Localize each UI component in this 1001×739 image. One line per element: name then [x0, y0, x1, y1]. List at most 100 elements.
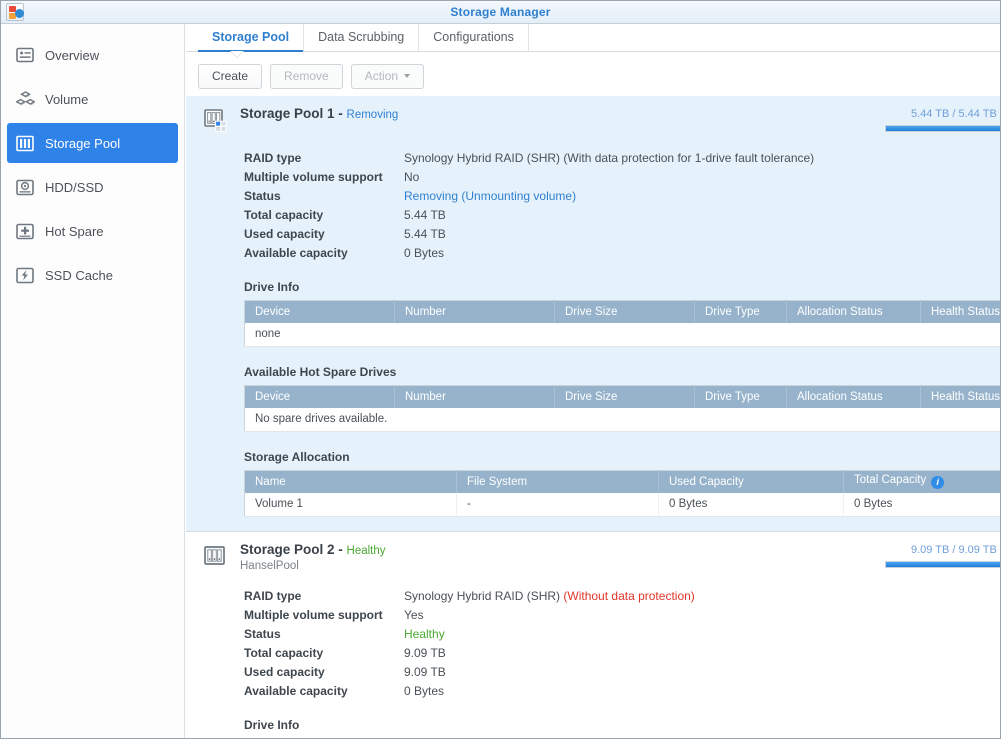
sidebar: Overview Volume Storage Pool HDD/SSD Hot [1, 24, 185, 738]
sidebar-item-storage-pool[interactable]: Storage Pool [7, 123, 178, 163]
pool-subname: HanselPool [240, 560, 299, 572]
window-title: Storage Manager [450, 5, 551, 19]
property-row: Available capacity 0 Bytes [244, 681, 1000, 700]
hot-spare-icon [15, 221, 35, 241]
section-title-drive-info: Drive Info [244, 280, 300, 294]
pool-status-badge: Removing [346, 109, 399, 121]
pool-capacity-bar [885, 561, 1000, 568]
info-icon[interactable]: i [931, 476, 945, 490]
column-header-health-status[interactable]: Health Status [920, 300, 1000, 323]
pool-title: Storage Pool 1 - Removing [240, 106, 399, 121]
pool-status-value[interactable]: Removing [404, 189, 458, 203]
empty-message: No spare drives available. [244, 407, 1000, 432]
storage-pool-panel[interactable]: Storage Pool 1 - Removing 5.44 TB / 5.44… [186, 96, 1000, 531]
property-value: 0 Bytes [404, 683, 445, 698]
property-row: Multiple volume support Yes [244, 605, 1000, 624]
tab-storage-pool[interactable]: Storage Pool [198, 24, 305, 52]
property-value: 5.44 TB [404, 207, 446, 222]
allocation-used-capacity: 0 Bytes [658, 492, 844, 517]
tab-bar: Storage Pool Data Scrubbing Configuratio… [186, 24, 1000, 58]
property-row: Used capacity 9.09 TB [244, 662, 1000, 681]
column-header-drive-type[interactable]: Drive Type [694, 385, 787, 408]
remove-button[interactable]: Remove [270, 63, 343, 89]
sidebar-item-volume[interactable]: Volume [7, 79, 178, 119]
ssd-cache-icon [15, 265, 35, 285]
property-label: RAID type [244, 588, 302, 603]
sidebar-item-label: HDD/SSD [45, 179, 104, 195]
main-content: Storage Pool Data Scrubbing Configuratio… [186, 24, 1000, 738]
toolbar: Create Remove Action [186, 61, 1000, 91]
pool-capacity: 5.44 TB / 5.44 TB [885, 108, 1000, 132]
property-label: Used capacity [244, 226, 325, 241]
create-button-label: Create [212, 69, 249, 83]
sidebar-item-hot-spare[interactable]: Hot Spare [7, 211, 178, 251]
pool-properties: RAID type Synology Hybrid RAID (SHR) (Wi… [186, 586, 1000, 700]
storage-pool-panel[interactable]: Storage Pool 2 - Healthy HanselPool 9.09… [186, 532, 1000, 738]
column-header-total-capacity[interactable]: Total Capacity i [843, 470, 1000, 493]
remove-button-label: Remove [284, 69, 329, 83]
column-header-drive-type[interactable]: Drive Type [694, 300, 787, 323]
storage-pool-icon [15, 133, 35, 153]
property-label: Total capacity [244, 645, 324, 660]
sidebar-item-overview[interactable]: Overview [7, 35, 178, 75]
column-header-health-status[interactable]: Health Status [920, 385, 1000, 408]
property-value: 0 Bytes [404, 245, 445, 260]
sidebar-item-label: Hot Spare [45, 223, 104, 239]
column-header-device[interactable]: Device [244, 300, 395, 323]
storage-pool-icon [204, 544, 230, 570]
storage-pool-icon [204, 108, 230, 134]
tab-label: Storage Pool [212, 30, 290, 44]
table-row[interactable]: No spare drives available. [244, 407, 1000, 432]
property-label: Status [244, 626, 281, 641]
column-header-allocation-status[interactable]: Allocation Status [786, 385, 921, 408]
table-row[interactable]: Volume 1 - 0 Bytes 0 Bytes [244, 492, 1000, 517]
column-header-allocation-status[interactable]: Allocation Status [786, 300, 921, 323]
column-header-file-system[interactable]: File System [456, 470, 659, 493]
sidebar-item-hdd-ssd[interactable]: HDD/SSD [7, 167, 178, 207]
chevron-down-icon [404, 74, 411, 78]
table-header-row: Device Number Drive Size Drive Type Allo… [244, 385, 1000, 408]
overview-icon [15, 45, 35, 65]
column-header-number[interactable]: Number [394, 300, 555, 323]
raid-type-value: Synology Hybrid RAID (SHR) [404, 588, 561, 603]
property-label: Multiple volume support [244, 169, 383, 184]
pool-name: Storage Pool 1 [240, 106, 335, 121]
active-tab-pointer [231, 51, 243, 57]
sidebar-item-ssd-cache[interactable]: SSD Cache [7, 255, 178, 295]
action-button-label: Action [364, 69, 399, 83]
property-row: Total capacity 5.44 TB [244, 205, 1000, 224]
raid-type-note: (With data protection for 1-drive fault … [563, 150, 815, 165]
column-header-name[interactable]: Name [244, 470, 457, 493]
pool-capacity-fill [886, 562, 1000, 567]
property-value: 5.44 TB [404, 226, 446, 241]
storage-manager-window: Storage Manager Overview Volume Storage … [0, 0, 1001, 739]
property-label: Multiple volume support [244, 607, 383, 622]
column-header-drive-size[interactable]: Drive Size [554, 385, 695, 408]
sidebar-item-label: Overview [45, 47, 100, 63]
pool-header: Storage Pool 2 - Healthy HanselPool 9.09… [186, 542, 1000, 572]
allocation-total-capacity: 0 Bytes [843, 492, 1000, 517]
property-value: Synology Hybrid RAID (SHR) (With data pr… [404, 151, 814, 165]
hot-spare-table: Device Number Drive Size Drive Type Allo… [244, 385, 1000, 432]
column-header-drive-size[interactable]: Drive Size [554, 300, 695, 323]
pool-status-detail: (Unmounting volume) [461, 188, 577, 203]
create-button[interactable]: Create [198, 63, 263, 89]
column-header-total-capacity-label: Total Capacity [854, 474, 927, 487]
pool-status-badge: Healthy [346, 545, 386, 557]
tab-data-scrubbing[interactable]: Data Scrubbing [304, 24, 420, 51]
column-header-number[interactable]: Number [394, 385, 555, 408]
action-button[interactable]: Action [350, 63, 425, 89]
drive-info-table: Device Number Drive Size Drive Type Allo… [244, 300, 1000, 347]
property-value: Removing (Unmounting volume) [404, 189, 576, 203]
column-header-used-capacity[interactable]: Used Capacity [658, 470, 844, 493]
pool-name: Storage Pool 2 [240, 542, 335, 557]
property-label: Total capacity [244, 207, 324, 222]
table-row[interactable]: none [244, 322, 1000, 347]
pool-capacity-fill [886, 126, 1000, 131]
table-header-row: Device Number Drive Size Drive Type Allo… [244, 300, 1000, 323]
tab-configurations[interactable]: Configurations [419, 24, 529, 51]
table-header-row: Name File System Used Capacity Total Cap… [244, 470, 1000, 493]
property-value: No [404, 169, 420, 184]
column-header-device[interactable]: Device [244, 385, 395, 408]
property-label: Used capacity [244, 664, 325, 679]
